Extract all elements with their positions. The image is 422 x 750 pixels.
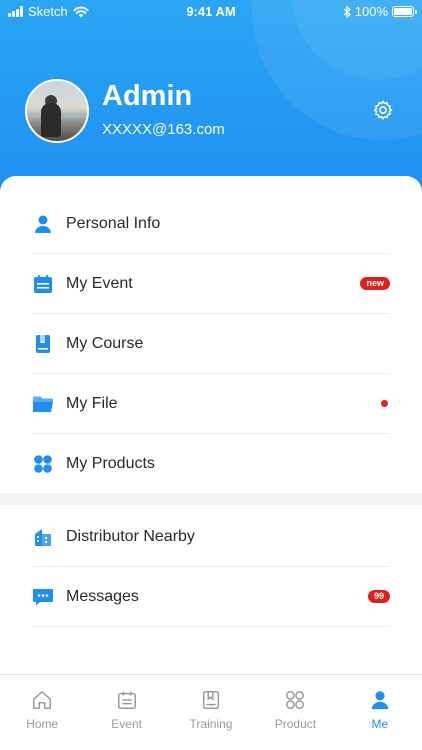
unread-dot [381, 400, 388, 407]
tab-label: Training [189, 717, 233, 731]
menu-item-my-products[interactable]: My Products [32, 434, 390, 494]
book-icon [32, 333, 54, 355]
menu-item-my-event[interactable]: My Event new [32, 254, 390, 314]
home-icon [33, 691, 52, 709]
calendar-icon [117, 691, 136, 709]
bluetooth-icon [343, 5, 351, 18]
products-icon [32, 453, 54, 475]
menu-item-personal-info[interactable]: Personal Info [32, 194, 390, 254]
menu-item-label: Distributor Nearby [66, 527, 195, 545]
tab-event[interactable]: Event [84, 675, 168, 750]
new-badge: new [360, 277, 390, 290]
menu-item-label: My Course [66, 334, 144, 352]
tab-home[interactable]: Home [0, 675, 84, 750]
tab-training[interactable]: Training [169, 675, 253, 750]
products-icon [286, 691, 305, 709]
tab-label: Home [26, 717, 59, 731]
avatar[interactable] [25, 79, 89, 143]
menu-item-distributor-nearby[interactable]: Distributor Nearby [32, 507, 390, 567]
person-icon [371, 691, 389, 710]
menu-item-label: Messages [66, 587, 139, 605]
message-icon [32, 586, 54, 608]
building-icon [32, 526, 54, 548]
profile-email: XXXXX@163.com [102, 121, 225, 138]
menu-item-label: My File [66, 394, 118, 412]
tab-label: Me [371, 717, 389, 731]
folder-icon [32, 393, 54, 415]
menu-item-label: My Products [66, 454, 155, 472]
menu-item-label: Personal Info [66, 214, 161, 232]
section-divider [0, 493, 422, 505]
message-count-badge: 99 [367, 590, 390, 603]
menu-item-my-file[interactable]: My File [32, 374, 390, 434]
status-bar: Sketch 9:41 AM 100% [0, 0, 422, 22]
menu-item-messages[interactable]: Messages 99 [32, 567, 390, 627]
battery-icon [392, 6, 417, 17]
tab-label: Product [274, 717, 317, 731]
menu-item-label: My Event [66, 274, 133, 292]
tab-bar: Home Event Training Product Me [0, 674, 422, 750]
profile-name: Admin [102, 80, 193, 112]
profile-header: Sketch 9:41 AM 100% Admin XXXXX@163.com [0, 0, 422, 200]
tab-label: Event [111, 717, 142, 731]
book-icon [202, 691, 220, 709]
menu-item-my-course[interactable]: My Course [32, 314, 390, 374]
calendar-icon [32, 273, 54, 295]
person-icon [32, 213, 54, 235]
tab-me[interactable]: Me [338, 675, 422, 750]
gear-icon[interactable] [372, 99, 394, 121]
menu-card: Personal Info My Event new My Course My … [0, 176, 422, 674]
tab-product[interactable]: Product [253, 675, 337, 750]
battery-percent: 100% [354, 4, 388, 19]
